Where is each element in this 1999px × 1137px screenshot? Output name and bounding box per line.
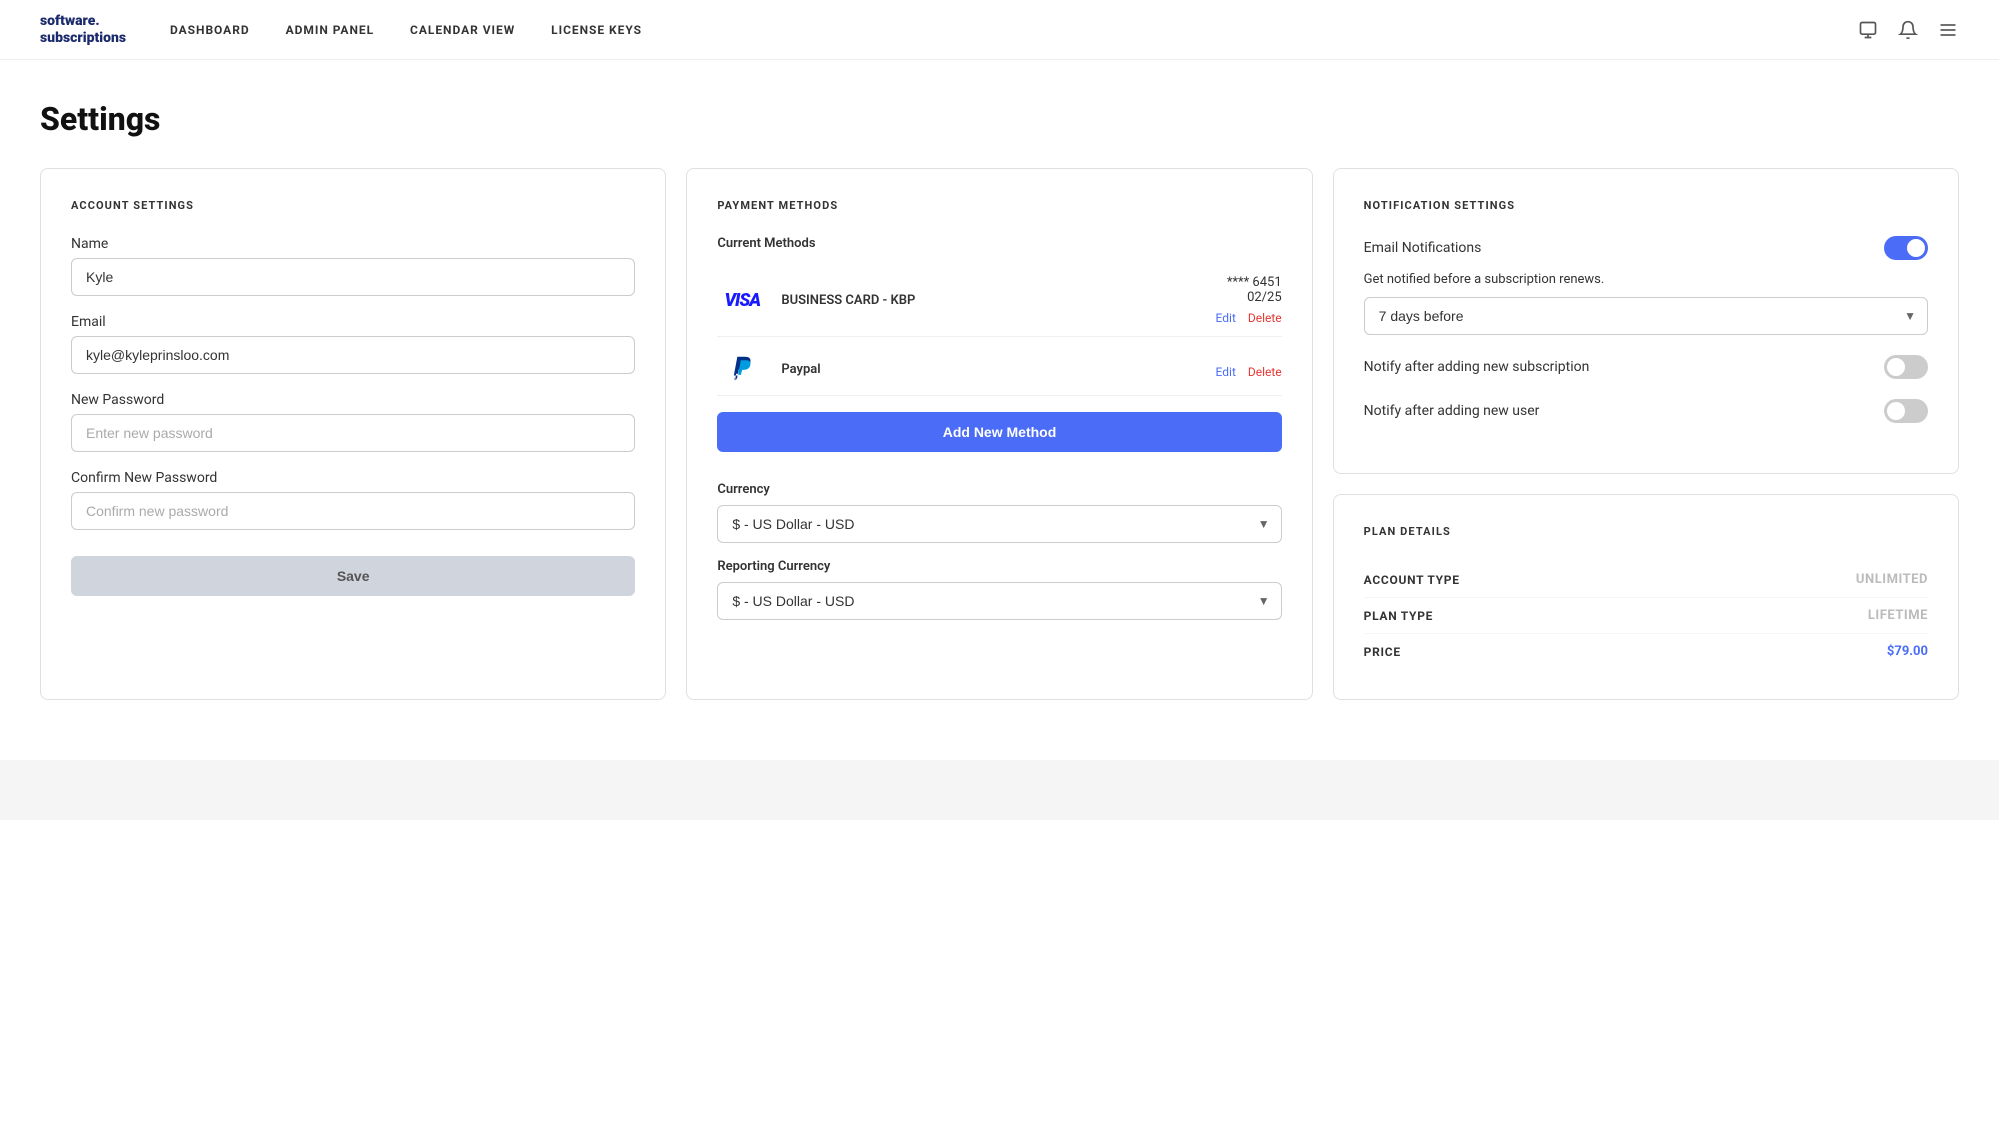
- plan-row-plan-type: PLAN TYPE LIFETIME: [1364, 598, 1928, 634]
- right-column: NOTIFICATION SETTINGS Email Notification…: [1333, 168, 1959, 700]
- payment-item-paypal: Paypal Edit Delete: [717, 343, 1281, 396]
- nav-calendar-view[interactable]: CALENDAR VIEW: [410, 23, 515, 37]
- price-key: PRICE: [1364, 645, 1401, 659]
- confirm-password-input[interactable]: [71, 492, 635, 530]
- plan-details-title: PLAN DETAILS: [1364, 525, 1928, 538]
- email-input[interactable]: [71, 336, 635, 374]
- name-group: Name: [71, 236, 635, 296]
- notify-new-subscription-row: Notify after adding new subscription: [1364, 355, 1928, 379]
- email-notifications-toggle[interactable]: [1884, 236, 1928, 260]
- reporting-currency-select[interactable]: $ - US Dollar - USD: [717, 582, 1281, 620]
- brand-logo[interactable]: software. subscriptions: [40, 13, 120, 47]
- plan-type-key: PLAN TYPE: [1364, 609, 1433, 623]
- nav-license-keys[interactable]: LICENSE KEYS: [551, 23, 642, 37]
- renew-select[interactable]: 7 days before 1 day before 3 days before…: [1364, 297, 1928, 335]
- account-type-key: ACCOUNT TYPE: [1364, 573, 1460, 587]
- menu-icon[interactable]: [1937, 19, 1959, 41]
- new-password-group: New Password: [71, 392, 635, 452]
- currency-label: Currency: [717, 482, 1281, 497]
- current-methods-label: Current Methods: [717, 236, 1281, 251]
- account-settings-title: ACCOUNT SETTINGS: [71, 199, 635, 212]
- renew-label: Get notified before a subscription renew…: [1364, 272, 1928, 287]
- plan-row-price: PRICE $79.00: [1364, 634, 1928, 669]
- notify-new-user-toggle[interactable]: [1884, 399, 1928, 423]
- visa-delete-link[interactable]: Delete: [1248, 311, 1282, 325]
- currency-section: Currency $ - US Dollar - USD ▼ Reporting…: [717, 482, 1281, 620]
- price-value: $79.00: [1887, 644, 1928, 659]
- footer-bar: [0, 760, 1999, 820]
- page-title: Settings: [40, 100, 1959, 138]
- plan-row-account-type: ACCOUNT TYPE UNLIMITED: [1364, 562, 1928, 598]
- email-notifications-label: Email Notifications: [1364, 240, 1482, 256]
- reporting-currency-label: Reporting Currency: [717, 559, 1281, 574]
- visa-name: BUSINESS CARD - KBP: [781, 293, 1215, 308]
- renew-select-wrapper: 7 days before 1 day before 3 days before…: [1364, 297, 1928, 335]
- page-content: Settings ACCOUNT SETTINGS Name Email New…: [0, 60, 1999, 760]
- account-settings-card: ACCOUNT SETTINGS Name Email New Password…: [40, 168, 666, 700]
- user-icon[interactable]: [1857, 19, 1879, 41]
- notify-new-subscription-label: Notify after adding new subscription: [1364, 359, 1590, 375]
- confirm-password-group: Confirm New Password: [71, 470, 635, 530]
- plan-type-value: LIFETIME: [1868, 608, 1928, 623]
- payment-methods-card: PAYMENT METHODS Current Methods VISA BUS…: [686, 168, 1312, 700]
- paypal-delete-link[interactable]: Delete: [1248, 365, 1282, 379]
- email-group: Email: [71, 314, 635, 374]
- nav-right: [1857, 19, 1959, 41]
- add-method-button[interactable]: Add New Method: [717, 412, 1281, 452]
- payment-methods-title: PAYMENT METHODS: [717, 199, 1281, 212]
- account-type-value: UNLIMITED: [1856, 572, 1928, 587]
- currency-select-wrapper: $ - US Dollar - USD ▼: [717, 505, 1281, 543]
- currency-select[interactable]: $ - US Dollar - USD: [717, 505, 1281, 543]
- paypal-name: Paypal: [781, 362, 1215, 377]
- paypal-edit-link[interactable]: Edit: [1216, 365, 1236, 379]
- notify-new-user-row: Notify after adding new user: [1364, 399, 1928, 423]
- visa-number: **** 6451 02/25: [1216, 275, 1282, 305]
- visa-edit-link[interactable]: Edit: [1216, 311, 1236, 325]
- confirm-password-label: Confirm New Password: [71, 470, 635, 486]
- payment-item-visa: VISA BUSINESS CARD - KBP **** 6451 02/25…: [717, 265, 1281, 337]
- plan-details-card: PLAN DETAILS ACCOUNT TYPE UNLIMITED PLAN…: [1333, 494, 1959, 700]
- email-notifications-row: Email Notifications: [1364, 236, 1928, 260]
- notification-settings-card: NOTIFICATION SETTINGS Email Notification…: [1333, 168, 1959, 474]
- notify-new-user-label: Notify after adding new user: [1364, 403, 1540, 419]
- save-button[interactable]: Save: [71, 556, 635, 596]
- name-label: Name: [71, 236, 635, 252]
- reporting-currency-select-wrapper: $ - US Dollar - USD ▼: [717, 582, 1281, 620]
- new-password-label: New Password: [71, 392, 635, 408]
- notify-new-subscription-toggle[interactable]: [1884, 355, 1928, 379]
- new-password-input[interactable]: [71, 414, 635, 452]
- cards-grid: ACCOUNT SETTINGS Name Email New Password…: [40, 168, 1959, 700]
- email-label: Email: [71, 314, 635, 330]
- navbar: software. subscriptions DASHBOARD ADMIN …: [0, 0, 1999, 60]
- notification-settings-title: NOTIFICATION SETTINGS: [1364, 199, 1928, 212]
- name-input[interactable]: [71, 258, 635, 296]
- visa-icon: VISA: [717, 285, 767, 317]
- bell-icon[interactable]: [1897, 19, 1919, 41]
- nav-dashboard[interactable]: DASHBOARD: [170, 23, 250, 37]
- paypal-icon: [717, 353, 767, 385]
- nav-admin-panel[interactable]: ADMIN PANEL: [286, 23, 374, 37]
- nav-links: DASHBOARD ADMIN PANEL CALENDAR VIEW LICE…: [170, 23, 1857, 37]
